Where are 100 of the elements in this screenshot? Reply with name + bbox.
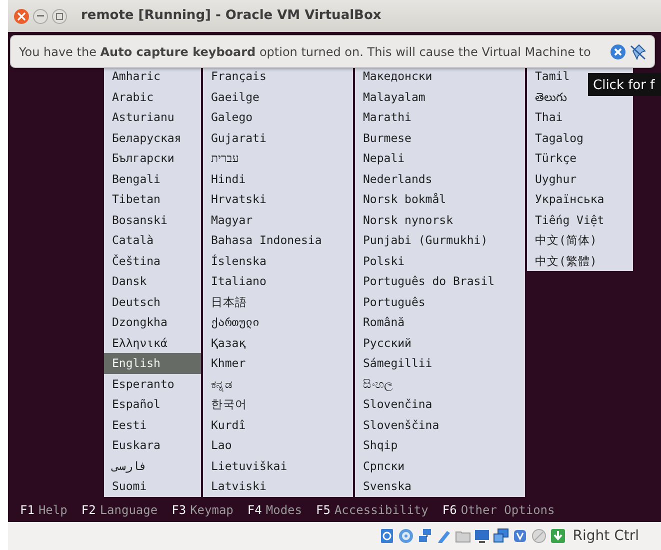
- key-label: Language: [100, 502, 158, 516]
- language-option[interactable]: Hindi: [203, 168, 353, 189]
- close-icon: [17, 12, 26, 20]
- language-option[interactable]: Kurdî: [203, 414, 353, 435]
- language-option[interactable]: 日本語: [203, 292, 353, 312]
- language-option[interactable]: Ελληνικά: [104, 332, 201, 353]
- display-icon[interactable]: [474, 528, 490, 544]
- language-option[interactable]: Euskara: [104, 435, 201, 456]
- language-option[interactable]: Português do Brasil: [355, 271, 525, 292]
- language-option[interactable]: Gujarati: [203, 128, 353, 148]
- language-option[interactable]: Malayalam: [355, 86, 525, 107]
- language-option[interactable]: සිංහල: [355, 374, 525, 394]
- pen-icon[interactable]: [436, 528, 452, 544]
- language-option[interactable]: Bengali: [104, 168, 201, 189]
- language-option[interactable]: Български: [104, 148, 201, 168]
- optical-disc-icon[interactable]: [398, 528, 414, 544]
- function-key: F4: [247, 502, 262, 516]
- language-option[interactable]: Français: [203, 66, 353, 86]
- function-key: F2: [81, 502, 96, 516]
- language-option[interactable]: Tibetan: [104, 189, 201, 210]
- language-option[interactable]: Čeština: [104, 250, 201, 271]
- language-option[interactable]: Română: [355, 312, 525, 332]
- minimize-button[interactable]: [33, 8, 48, 24]
- language-option[interactable]: Қазақ: [203, 332, 353, 353]
- language-option[interactable]: Dzongkha: [104, 312, 201, 332]
- language-option[interactable]: Norsk nynorsk: [355, 210, 525, 230]
- language-option[interactable]: Marathi: [355, 107, 525, 128]
- language-option[interactable]: Српски: [355, 456, 525, 476]
- language-option[interactable]: Latviski: [203, 476, 353, 496]
- language-option[interactable]: Türkçe: [527, 148, 633, 168]
- language-option[interactable]: ქართული: [203, 312, 353, 332]
- language-option[interactable]: Magyar: [203, 210, 353, 230]
- language-option[interactable]: Íslenska: [203, 250, 353, 271]
- close-icon[interactable]: [610, 44, 626, 60]
- language-option[interactable]: Tagalog: [527, 128, 633, 148]
- language-option[interactable]: Deutsch: [104, 292, 201, 312]
- language-option[interactable]: Khmer: [203, 353, 353, 374]
- language-option[interactable]: Amharic: [104, 66, 201, 86]
- language-option[interactable]: فارسی: [104, 456, 201, 476]
- tooltip: Click for f: [588, 73, 661, 96]
- language-option[interactable]: Español: [104, 394, 201, 414]
- key-label: Help: [38, 502, 68, 516]
- language-option[interactable]: Lietuviškai: [203, 456, 353, 476]
- language-option[interactable]: Shqip: [355, 435, 525, 456]
- function-key: F1: [20, 502, 34, 516]
- shield-icon[interactable]: [512, 528, 528, 544]
- maximize-button[interactable]: [52, 8, 67, 24]
- function-key: F5: [316, 502, 330, 516]
- pin-crossed-icon[interactable]: [630, 44, 646, 60]
- close-button[interactable]: [14, 8, 29, 24]
- language-option[interactable]: Русский: [355, 332, 525, 353]
- language-option[interactable]: English: [104, 353, 201, 374]
- language-option[interactable]: Bahasa Indonesia: [203, 230, 353, 250]
- language-option[interactable]: Uyghur: [527, 168, 633, 189]
- language-option[interactable]: Português: [355, 292, 525, 312]
- language-option[interactable]: Esperanto: [104, 374, 201, 394]
- language-option[interactable]: Punjabi (Gurmukhi): [355, 230, 525, 250]
- key-label: Other Options: [460, 502, 555, 516]
- language-option[interactable]: Arabic: [104, 86, 201, 107]
- language-option[interactable]: Galego: [203, 107, 353, 128]
- language-option[interactable]: Slovenščina: [355, 414, 525, 435]
- language-option[interactable]: Italiano: [203, 271, 353, 292]
- language-option[interactable]: Polski: [355, 250, 525, 271]
- language-option[interactable]: Tiếng Việt: [527, 210, 633, 230]
- windows-icon[interactable]: [492, 528, 509, 544]
- language-option[interactable]: עברית: [203, 148, 353, 168]
- language-option[interactable]: Українська: [527, 189, 633, 210]
- language-option[interactable]: Català: [104, 230, 201, 250]
- language-option[interactable]: Gaeilge: [203, 86, 353, 107]
- language-option[interactable]: 中文(简体): [527, 230, 633, 250]
- network-icon[interactable]: [416, 528, 433, 544]
- language-option[interactable]: 中文(繁體): [527, 250, 633, 271]
- language-option[interactable]: Svenska: [355, 476, 525, 496]
- language-option[interactable]: Suomi: [104, 476, 201, 496]
- language-option[interactable]: 한국어: [203, 394, 353, 414]
- language-option[interactable]: Македонски: [355, 66, 525, 86]
- language-option[interactable]: Asturianu: [104, 107, 201, 128]
- language-option[interactable]: Norsk bokmål: [355, 189, 525, 210]
- host-key-label: Right Ctrl: [572, 526, 639, 546]
- language-option[interactable]: Bosanski: [104, 210, 201, 230]
- language-option[interactable]: Burmese: [355, 128, 525, 148]
- language-option[interactable]: Slovenčina: [355, 394, 525, 414]
- notification-message: You have the Auto capture keyboard option turned on. This will cause the Virtual Machine to: [19, 44, 592, 60]
- language-option[interactable]: Dansk: [104, 271, 201, 292]
- function-key: F3: [172, 502, 186, 516]
- language-option[interactable]: Беларуская: [104, 128, 201, 148]
- language-option[interactable]: Hrvatski: [203, 189, 353, 210]
- download-icon[interactable]: [550, 528, 566, 544]
- minimize-icon: [37, 15, 44, 17]
- language-option[interactable]: Eesti: [104, 414, 201, 435]
- language-option[interactable]: Sámegillii: [355, 353, 525, 374]
- function-key: F6: [442, 502, 457, 516]
- language-option[interactable]: Nederlands: [355, 168, 525, 189]
- maximize-icon: [56, 12, 63, 20]
- language-option[interactable]: Thai: [527, 107, 633, 128]
- language-option[interactable]: ಕನ್ನಡ: [203, 374, 353, 394]
- language-option[interactable]: Lao: [203, 435, 353, 456]
- key-label: Accessibility: [334, 502, 428, 516]
- key-label: Modes: [266, 502, 302, 516]
- language-option[interactable]: Nepali: [355, 148, 525, 168]
